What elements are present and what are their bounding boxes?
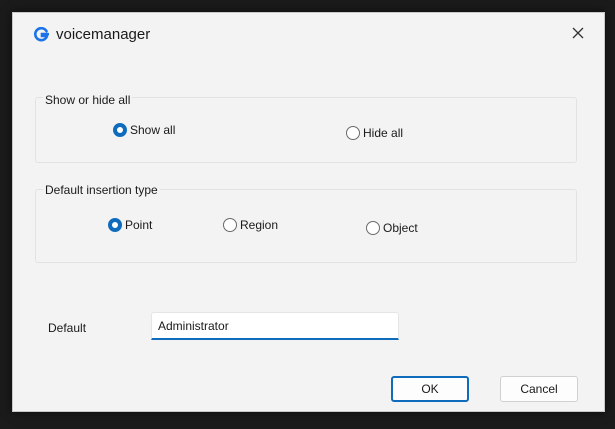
radio-object-indicator[interactable] xyxy=(366,221,380,235)
radio-hide-all-label: Hide all xyxy=(363,126,404,140)
radio-point-label: Point xyxy=(125,218,153,232)
radio-show-all-indicator[interactable] xyxy=(113,123,127,137)
radio-point-indicator[interactable] xyxy=(108,218,122,232)
close-button[interactable] xyxy=(566,23,590,47)
cancel-button[interactable]: Cancel xyxy=(500,376,578,402)
radio-region-label: Region xyxy=(240,218,279,232)
radio-show-all-label: Show all xyxy=(130,123,176,137)
ok-button[interactable]: OK xyxy=(391,376,469,402)
default-field-input[interactable] xyxy=(151,312,399,340)
radio-object-label: Object xyxy=(383,221,418,235)
show-hide-group-title: Show or hide all xyxy=(43,93,133,107)
app-logo-icon xyxy=(33,26,50,43)
window-title: voicemanager xyxy=(56,26,151,43)
radio-hide-all[interactable]: Hide all xyxy=(346,126,403,140)
radio-hide-all-indicator[interactable] xyxy=(346,126,360,140)
radio-show-all[interactable]: Show all xyxy=(113,123,175,137)
radio-object[interactable]: Object xyxy=(366,221,418,235)
radio-region[interactable]: Region xyxy=(223,218,278,232)
insertion-type-group-title: Default insertion type xyxy=(43,183,160,197)
default-field-label: Default xyxy=(48,321,87,335)
close-icon xyxy=(571,26,585,45)
radio-region-indicator[interactable] xyxy=(223,218,237,232)
title-bar[interactable]: voicemanager xyxy=(13,13,604,57)
radio-point[interactable]: Point xyxy=(108,218,152,232)
voicemanager-dialog: voicemanager Show or hide all Show all H… xyxy=(12,12,605,412)
